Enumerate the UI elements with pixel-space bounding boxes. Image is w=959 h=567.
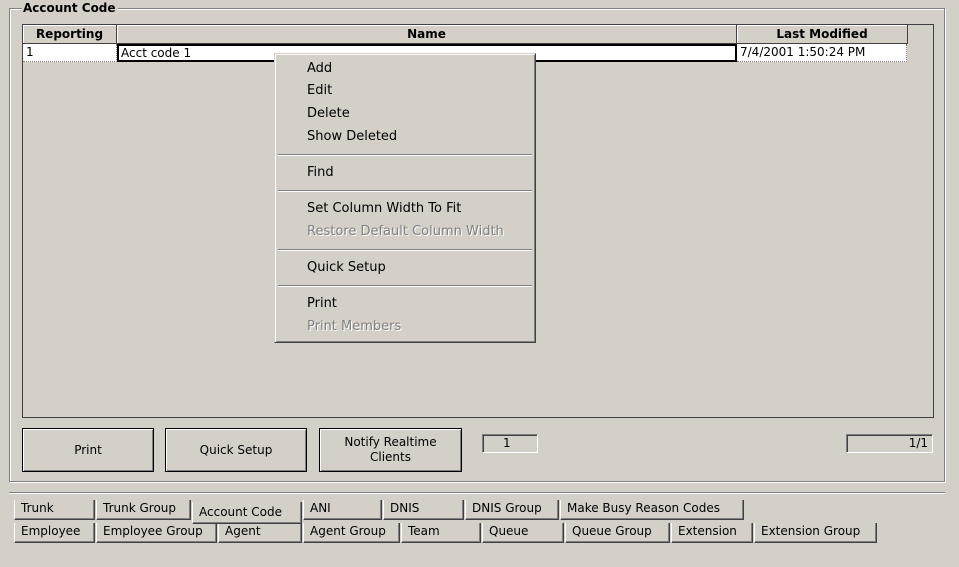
quick-setup-button[interactable]: Quick Setup <box>165 428 307 472</box>
record-count-field: 1 <box>482 434 538 453</box>
tab-employee[interactable]: Employee <box>14 523 95 543</box>
tab-trunk[interactable]: Trunk <box>14 500 95 520</box>
tab-trunk-group[interactable]: Trunk Group <box>96 500 191 520</box>
page-indicator-field: 1/1 <box>846 434 933 453</box>
tab-dnis-group[interactable]: DNIS Group <box>465 500 559 520</box>
print-button[interactable]: Print <box>22 428 154 472</box>
tab-queue[interactable]: Queue <box>482 523 564 543</box>
menu-item-edit[interactable]: Edit <box>307 83 332 99</box>
notify-label-line2: Clients <box>370 450 411 464</box>
tab-agent[interactable]: Agent <box>218 523 302 543</box>
tab-extension[interactable]: Extension <box>671 523 753 543</box>
menu-item-print-members: Print Members <box>307 319 402 334</box>
menu-item-add[interactable]: Add <box>307 61 332 77</box>
tab-make-busy-reason-codes[interactable]: Make Busy Reason Codes <box>560 500 744 520</box>
tab-agent-group[interactable]: Agent Group <box>303 523 400 543</box>
tab-ani[interactable]: ANI <box>303 500 382 520</box>
menu-separator <box>278 285 532 287</box>
tab-queue-group[interactable]: Queue Group <box>565 523 670 543</box>
column-header-last-modified[interactable]: Last Modified <box>737 25 908 44</box>
menu-item-quick-setup[interactable]: Quick Setup <box>307 260 386 276</box>
menu-item-restore-column-width: Restore Default Column Width <box>307 224 504 239</box>
menu-item-print[interactable]: Print <box>307 296 337 312</box>
column-header-name[interactable]: Name <box>117 25 737 44</box>
menu-item-find[interactable]: Find <box>307 165 334 181</box>
menu-item-delete[interactable]: Delete <box>307 106 350 122</box>
column-header-reporting[interactable]: Reporting <box>23 25 117 44</box>
notify-realtime-clients-button[interactable]: Notify Realtime Clients <box>319 428 462 472</box>
tab-account-code[interactable]: Account Code <box>192 502 302 524</box>
menu-item-show-deleted[interactable]: Show Deleted <box>307 129 397 145</box>
notify-label-line1: Notify Realtime <box>344 435 437 449</box>
group-title: Account Code <box>22 1 118 15</box>
menu-separator <box>278 190 532 192</box>
tab-extension-group[interactable]: Extension Group <box>754 523 877 543</box>
tab-employee-group[interactable]: Employee Group <box>96 523 217 543</box>
tab-team[interactable]: Team <box>401 523 481 543</box>
tab-dnis[interactable]: DNIS <box>383 500 464 520</box>
tab-strip-line <box>9 492 945 494</box>
context-menu: Add Edit Delete Show Deleted Find Set Co… <box>274 53 536 343</box>
cell-last-modified[interactable]: 7/4/2001 1:50:24 PM <box>737 44 907 62</box>
menu-separator <box>278 249 532 251</box>
menu-separator <box>278 154 532 156</box>
cell-reporting[interactable]: 1 <box>23 44 117 62</box>
menu-item-set-column-width[interactable]: Set Column Width To Fit <box>307 201 461 217</box>
